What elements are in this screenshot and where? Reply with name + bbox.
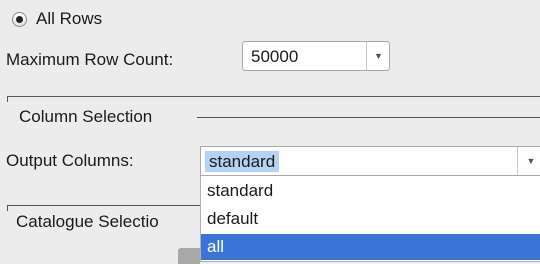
radio-selected-icon[interactable] bbox=[12, 11, 27, 27]
output-columns-combo[interactable]: standard ▼ bbox=[200, 146, 540, 176]
output-columns-label: Output Columns: bbox=[6, 151, 134, 170]
max-row-count-label: Maximum Row Count: bbox=[6, 50, 174, 69]
list-item[interactable]: default bbox=[201, 206, 540, 232]
divider-tick bbox=[7, 205, 8, 211]
catalogue-selection-title: Catalogue Selectio bbox=[16, 212, 159, 231]
column-selection-title-line bbox=[197, 117, 540, 118]
max-row-count-value[interactable]: 50000 bbox=[251, 47, 298, 67]
all-rows-label: All Rows bbox=[36, 9, 103, 28]
output-columns-dropdown-list: standard default all bbox=[200, 176, 540, 262]
chevron-down-icon[interactable]: ▼ bbox=[518, 147, 540, 175]
list-item-highlighted[interactable]: all bbox=[201, 234, 540, 260]
catalogue-selection-divider bbox=[7, 205, 200, 206]
chevron-down-icon[interactable]: ▼ bbox=[367, 42, 390, 70]
all-rows-radio[interactable]: All Rows bbox=[12, 7, 102, 31]
list-item[interactable]: standard bbox=[201, 178, 540, 204]
max-row-count-combo[interactable]: 50000 ▼ bbox=[242, 41, 390, 71]
divider-tick bbox=[7, 96, 8, 102]
column-selection-divider bbox=[7, 96, 540, 97]
column-selection-title: Column Selection bbox=[16, 107, 156, 127]
radio-dot bbox=[16, 15, 23, 23]
output-columns-value[interactable]: standard bbox=[205, 151, 280, 172]
